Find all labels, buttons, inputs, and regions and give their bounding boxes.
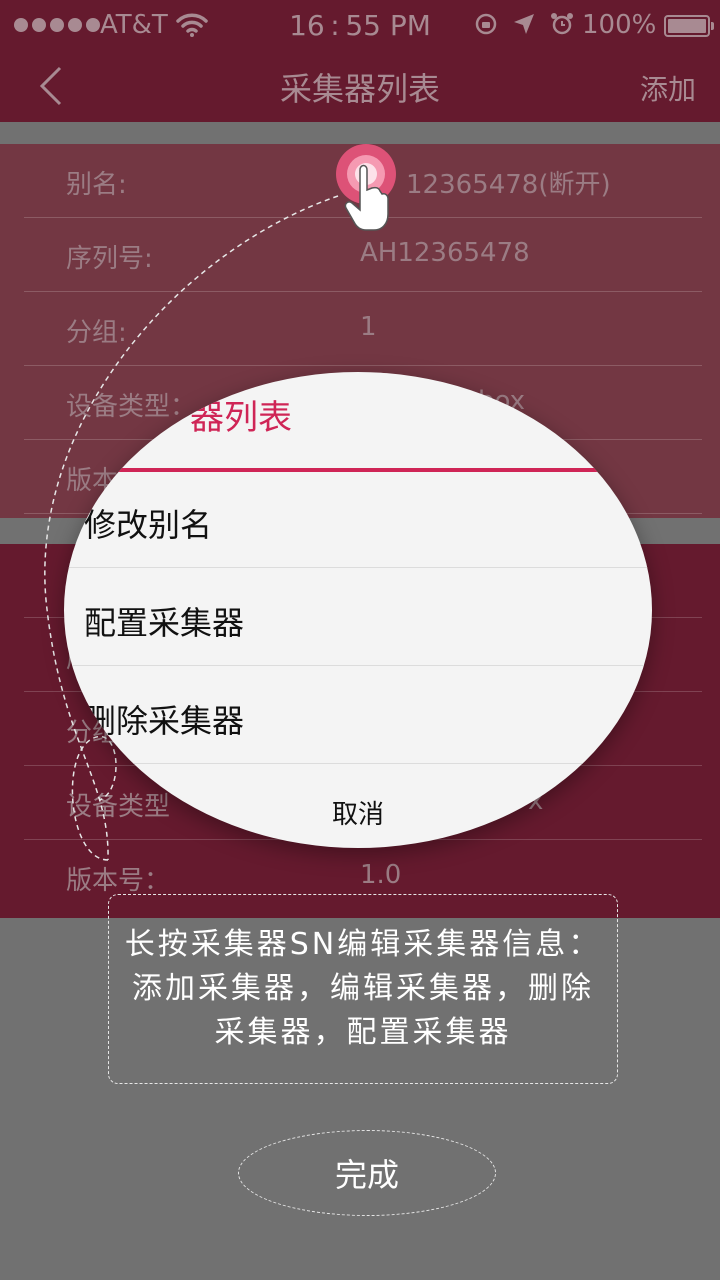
sheet-title: 器列表: [190, 398, 292, 438]
top-bar: AT&T 16 : 55 PM 100% 采集器列表 添加: [0, 0, 720, 122]
magnified-action-sheet: 器列表 修改别名 配置采集器 删除采集器 取消: [64, 372, 652, 848]
serial-value: AH12365478: [360, 238, 530, 268]
rename-option-label: 修改别名: [84, 506, 213, 544]
group-row: 分组: 1: [24, 292, 702, 366]
delete-option-label: 删除采集器: [84, 702, 245, 740]
cancel-button[interactable]: 取消: [64, 794, 652, 831]
version-label: 版本号：: [66, 866, 171, 896]
battery-percent: 100%: [582, 10, 657, 40]
add-button[interactable]: 添加: [640, 68, 696, 108]
alarm-icon: [551, 13, 573, 35]
configure-option[interactable]: 配置采集器: [64, 570, 652, 666]
battery-icon: [664, 15, 714, 37]
rotation-lock-icon: [475, 13, 497, 35]
configure-option-label: 配置采集器: [84, 604, 245, 642]
status-icons: [474, 12, 574, 36]
rename-option[interactable]: 修改别名: [64, 472, 652, 568]
tutorial-tip-text: 长按采集器SN编辑采集器信息：添加采集器，编辑采集器，删除采集器，配置采集器: [124, 927, 602, 1050]
page-title: 采集器列表: [279, 70, 440, 108]
done-button[interactable]: 完成: [238, 1130, 496, 1216]
version-value: 1.0: [360, 860, 402, 890]
tutorial-tip-box: 长按采集器SN编辑采集器信息：添加采集器，编辑采集器，删除采集器，配置采集器: [108, 894, 618, 1084]
alias-label: 别名:: [66, 170, 127, 200]
serial-label: 序列号:: [66, 244, 153, 274]
group-label: 分组:: [66, 318, 127, 348]
tap-hand-icon: [336, 144, 396, 231]
delete-option[interactable]: 删除采集器: [64, 668, 652, 764]
group-value: 1: [360, 312, 377, 342]
status-bar: AT&T 16 : 55 PM 100%: [0, 0, 720, 52]
alias-value[interactable]: 12365478(断开): [406, 164, 611, 201]
location-arrow-icon: [514, 14, 534, 34]
device-type-label: 设备类型：: [66, 392, 197, 422]
